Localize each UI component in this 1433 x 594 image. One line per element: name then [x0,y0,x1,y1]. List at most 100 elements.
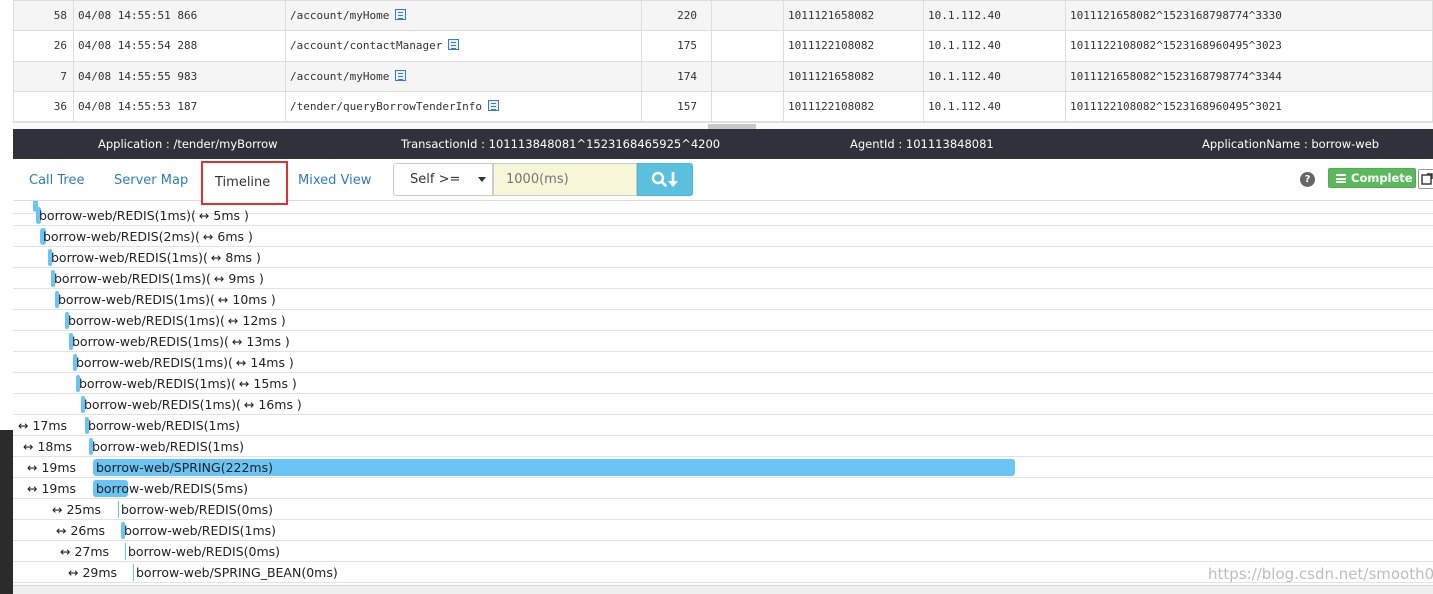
path-cell: /tender/queryBorrowTenderInfo [285,90,642,123]
span-label: borrow-web/REDIS(1ms) [88,418,241,433]
path-cell: /account/myHome [285,0,642,32]
txid-cell: 1011122108082^1523168960495^3021 [1065,90,1433,123]
application-name-label: ApplicationName : borrow-web [1202,137,1380,151]
span-label: borrow-web/REDIS(1ms)( [84,397,241,412]
threshold-input[interactable] [493,163,637,196]
gap-label: ↔ 25ms [52,502,102,517]
timeline-row[interactable]: borrow-web/REDIS(1ms)(↔ 9ms ) [13,268,1433,289]
count-cell: 36 [13,90,74,123]
self-filter-value: Self >= [410,172,461,187]
list-icon [1336,174,1346,183]
gap-label: ↔ 27ms [60,544,110,559]
span-label: borrow-web/REDIS(1ms)( [39,208,196,223]
complete-button[interactable]: Complete [1328,168,1416,188]
blank-cell [711,30,784,62]
path-text: /account/myHome [290,9,390,23]
search-down-button[interactable] [637,163,693,196]
gap-label: ↔ 26ms [56,523,106,538]
blank-cell [711,0,784,32]
external-link-icon [1421,173,1433,185]
timeline-row[interactable]: borrow-web/REDIS(1ms) ↔ 18ms [13,436,1433,457]
timeline-row[interactable]: borrow-web/REDIS(1ms)(↔ 15ms ) [13,373,1433,394]
list-icon[interactable] [395,9,407,21]
count-cell: 58 [13,0,74,32]
transaction-id-label: TransactionId : 101113848081^15231684659… [401,137,721,151]
agent-cell: 1011121658082 [783,0,924,32]
txid-cell: 1011122108082^1523168960495^3023 [1065,30,1433,62]
table-row[interactable]: 36 04/08 14:55:53 187 /tender/queryBorro… [13,90,1433,123]
timeline-row[interactable]: borrow-web/REDIS(1ms)(↔ 13ms ) [13,331,1433,352]
count-cell: 26 [13,30,74,62]
path-text: /account/myHome [290,69,390,83]
timeline-row[interactable]: borrow-web/SPRING(222ms) ↔ 19ms [13,457,1433,478]
span-bar[interactable] [133,564,134,581]
left-edge [0,0,13,594]
timeline-row[interactable]: borrow-web/REDIS(1ms)(↔ 8ms ) [13,247,1433,268]
elapsed-cell: 175 [641,30,712,62]
tab-server-map[interactable]: Server Map [114,173,188,188]
span-label: borrow-web/SPRING(222ms) [96,460,273,475]
ip-cell: 10.1.112.40 [923,60,1066,92]
span-bar[interactable] [118,501,119,518]
list-icon[interactable] [395,69,407,81]
agent-cell: 1011121658082 [783,60,924,92]
timeline-row[interactable]: borrow-web/REDIS(1ms)(↔ 5ms ) [13,205,1433,226]
gap-label: ↔ 6ms ) [202,229,253,244]
tab-call-tree[interactable]: Call Tree [29,173,85,188]
ip-cell: 10.1.112.40 [923,30,1066,62]
ip-cell: 10.1.112.40 [923,0,1066,32]
span-label: borrow-web/REDIS(1ms)( [72,334,229,349]
timeline-row[interactable]: borrow-web/REDIS(5ms) ↔ 19ms [13,478,1433,499]
timeline-row[interactable]: borrow-web/REDIS(1ms)(↔ 10ms ) [13,289,1433,310]
txid-cell: 1011121658082^1523168798774^3330 [1065,0,1433,32]
elapsed-cell: 174 [641,60,712,92]
ip-cell: 10.1.112.40 [923,90,1066,123]
tab-timeline[interactable]: Timeline [201,161,288,205]
status-bar [13,585,1433,594]
app-window: 58 04/08 14:55:51 866 /account/myHome 22… [0,0,1433,594]
span-label: borrow-web/REDIS(1ms)( [51,250,208,265]
left-dark-panel [0,430,13,594]
table-row[interactable]: 7 04/08 14:55:55 983 /account/myHome 174… [13,60,1433,92]
path-text: /tender/queryBorrowTenderInfo [290,99,483,113]
list-icon[interactable] [448,39,460,51]
elapsed-cell: 157 [641,90,712,123]
span-label: borrow-web/REDIS(1ms)( [58,292,215,307]
timeline-row[interactable]: borrow-web/REDIS(1ms)(↔ 16ms ) [13,394,1433,415]
elapsed-cell: 220 [641,0,712,32]
path-cell: /account/contactManager [285,30,642,62]
timeline-row[interactable]: borrow-web/REDIS(1ms) ↔ 26ms [13,520,1433,541]
span-label: borrow-web/REDIS(1ms)( [54,271,211,286]
search-down-icon [651,171,678,187]
time-cell: 04/08 14:55:55 983 [73,60,286,92]
timeline-row[interactable]: borrow-web/REDIS(1ms)(↔ 14ms ) [13,352,1433,373]
tab-mixed-view[interactable]: Mixed View [298,173,371,188]
timeline-row[interactable]: borrow-web/REDIS(1ms)(↔ 12ms ) [13,310,1433,331]
timeline-row[interactable]: borrow-web/REDIS(0ms) ↔ 27ms [13,541,1433,562]
gap-label: ↔ 19ms [27,460,77,475]
list-icon[interactable] [488,99,500,111]
gap-label: ↔ 17ms [18,418,68,433]
span-bar[interactable] [125,543,126,560]
gap-label: ↔ 18ms [23,439,73,454]
gap-label: ↔ 5ms ) [198,208,249,223]
splitter-handle[interactable] [13,122,1433,129]
help-icon[interactable]: ? [1300,172,1315,187]
table-row[interactable]: 58 04/08 14:55:51 866 /account/myHome 22… [13,0,1433,32]
timeline-row[interactable]: borrow-web/REDIS(0ms) ↔ 25ms [13,499,1433,520]
open-external-button[interactable] [1418,169,1433,189]
gap-label: ↔ 29ms [68,565,118,580]
timeline-row[interactable]: borrow-web/REDIS(1ms) ↔ 17ms [13,415,1433,436]
table-row[interactable]: 26 04/08 14:55:54 288 /account/contactMa… [13,30,1433,62]
timeline-panel: borrow-web/REDIS(1ms)(↔ 5ms ) borrow-web/… [13,201,1433,585]
caret-down-icon [478,177,486,182]
transaction-table: 58 04/08 14:55:51 866 /account/myHome 22… [13,0,1433,123]
timeline-row[interactable]: borrow-web/REDIS(2ms)(↔ 6ms ) [13,226,1433,247]
gap-label: ↔ 14ms ) [235,355,294,370]
self-filter-select[interactable]: Self >= [393,163,493,196]
gap-label: ↔ 8ms ) [210,250,261,265]
agent-cell: 1011122108082 [783,30,924,62]
span-label: borrow-web/REDIS(1ms)( [68,313,225,328]
span-label: borrow-web/REDIS(0ms) [128,544,281,559]
agent-cell: 1011122108082 [783,90,924,123]
